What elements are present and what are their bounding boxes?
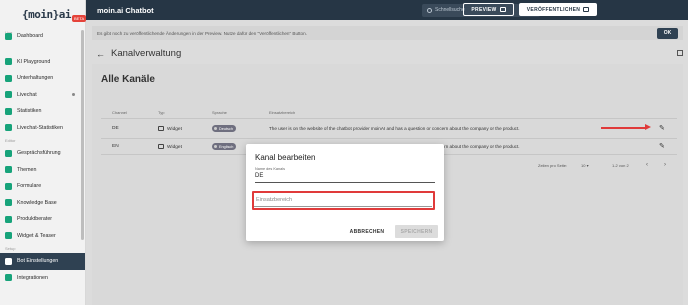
search-placeholder: Schnellsuche [435,7,465,13]
rows-per-page-select[interactable]: 10 ▾ [581,163,589,168]
edit-icon[interactable]: ✎ [659,142,665,150]
sidebar-item-bot-einstellungen[interactable]: Bot Einstellungen [0,253,85,270]
monitor-icon [499,7,506,12]
annotation-arrow [601,127,647,129]
sidebar-item-unterhaltungen[interactable]: Unterhaltungen [0,70,85,87]
column-header-channel: Channel [112,110,127,115]
book-icon [5,199,12,207]
publish-button[interactable]: VERÖFFENTLICHEN [519,3,597,16]
channel-name-label: Name des Kanals [255,167,285,171]
notice-text: Es gibt noch zu veröffentlichende Änderu… [97,30,307,36]
back-arrow-icon[interactable]: ← [96,49,105,59]
channel-name-field[interactable]: DE [255,173,263,179]
row-2-channel: EN [112,144,119,149]
flow-icon [5,149,12,157]
chart-icon [5,107,12,115]
save-button[interactable]: SPEICHERN [395,225,438,238]
graduation-cap-icon [5,58,12,66]
app-title: moin.ai Chatbot [97,5,154,15]
row-2-type: Widget [158,144,182,150]
livechat-status-dot [72,93,75,97]
prev-page-icon[interactable]: ‹ [646,162,648,168]
scope-input[interactable]: Einsatzbereich [254,194,432,207]
sidebar-item-livechat[interactable]: Livechat [0,87,85,104]
sidebar-item-ki-playground[interactable]: KI Playground [0,54,85,71]
chat-icon [5,74,12,82]
beta-badge: BETA [71,14,87,22]
product-icon [5,215,12,223]
settings-icon [5,257,12,265]
row-1-scope: The user is on the website of the chatbo… [269,126,520,131]
livechat-icon [5,91,12,99]
pagination-range: 1-2 von 2 [612,163,629,168]
form-icon [5,182,12,190]
preview-button[interactable]: PREVIEW [463,3,514,16]
dashboard-icon [5,32,12,40]
widget-icon [5,232,12,240]
sidebar-item-widget-teaser[interactable]: Widget & Teaser [0,228,85,245]
truck-icon [583,7,590,12]
logo-text: {moin}ai [22,7,71,21]
rows-per-page-label: Zeilen pro Seite: [538,163,568,168]
edit-channel-modal: Kanal bearbeiten Name des Kanals DE Eins… [246,144,444,241]
header-divider [101,118,677,119]
modal-title: Kanal bearbeiten [255,153,316,162]
column-header-type: Typ [158,110,165,115]
row-2-language-badge: Englisch [212,143,237,150]
sidebar-item-livechat-statistiken[interactable]: Livechat-Statistiken [0,120,85,137]
ok-button[interactable]: OK [657,27,678,39]
globe-icon [214,145,217,148]
sidebar-item-knowledge-base[interactable]: Knowledge Base [0,195,85,212]
sidebar-item-gespraechsfuehrung[interactable]: Gesprächsführung [0,145,85,162]
cancel-button[interactable]: ABBRECHEN [347,226,387,238]
nav-section-setup: Setup [5,246,16,251]
channel-name-underline [255,182,435,183]
topbar: moin.ai Chatbot Schnellsuche [86,0,688,20]
panel-icon[interactable] [677,50,683,56]
sidebar: {moin}ai BETA Live Dashboard KI Playgrou… [0,0,87,305]
next-page-icon[interactable]: › [664,162,666,168]
row-divider [101,138,677,139]
chart-icon [5,124,12,132]
publish-notice: Es gibt noch zu veröffentlichende Änderu… [92,26,683,40]
sidebar-item-statistiken[interactable]: Statistiken [0,103,85,120]
widget-icon [158,126,164,131]
folder-icon [5,166,12,174]
nav-section-spacer [0,45,85,54]
sidebar-item-produktberater[interactable]: Produktberater [0,211,85,228]
card-title: Alle Kanäle [101,74,155,85]
row-1-language-badge: Deutsch [212,125,236,132]
column-header-scope: Einsatzbereich [269,110,296,115]
globe-icon [214,127,217,130]
sidebar-item-dashboard[interactable]: Dashboard [0,28,85,45]
sidebar-item-formulare[interactable]: Formulare [0,178,85,195]
row-1-channel: DE [112,126,119,131]
sidebar-item-integrationen[interactable]: Integrationen [0,270,85,287]
page-title: Kanalverwaltung [111,48,182,59]
row-1-type: Widget [158,126,182,132]
logo[interactable]: {moin}ai BETA [0,0,87,28]
sidebar-item-themen[interactable]: Themen [0,162,85,179]
column-header-language: Sprache [212,110,227,115]
widget-icon [158,144,164,149]
sidebar-scrollbar[interactable] [81,30,84,240]
edit-icon[interactable]: ✎ [659,124,665,132]
nav-section-editor: Editor [5,138,16,143]
integration-icon [5,274,12,282]
search-icon [427,7,432,13]
annotation-arrow-head [645,124,651,130]
